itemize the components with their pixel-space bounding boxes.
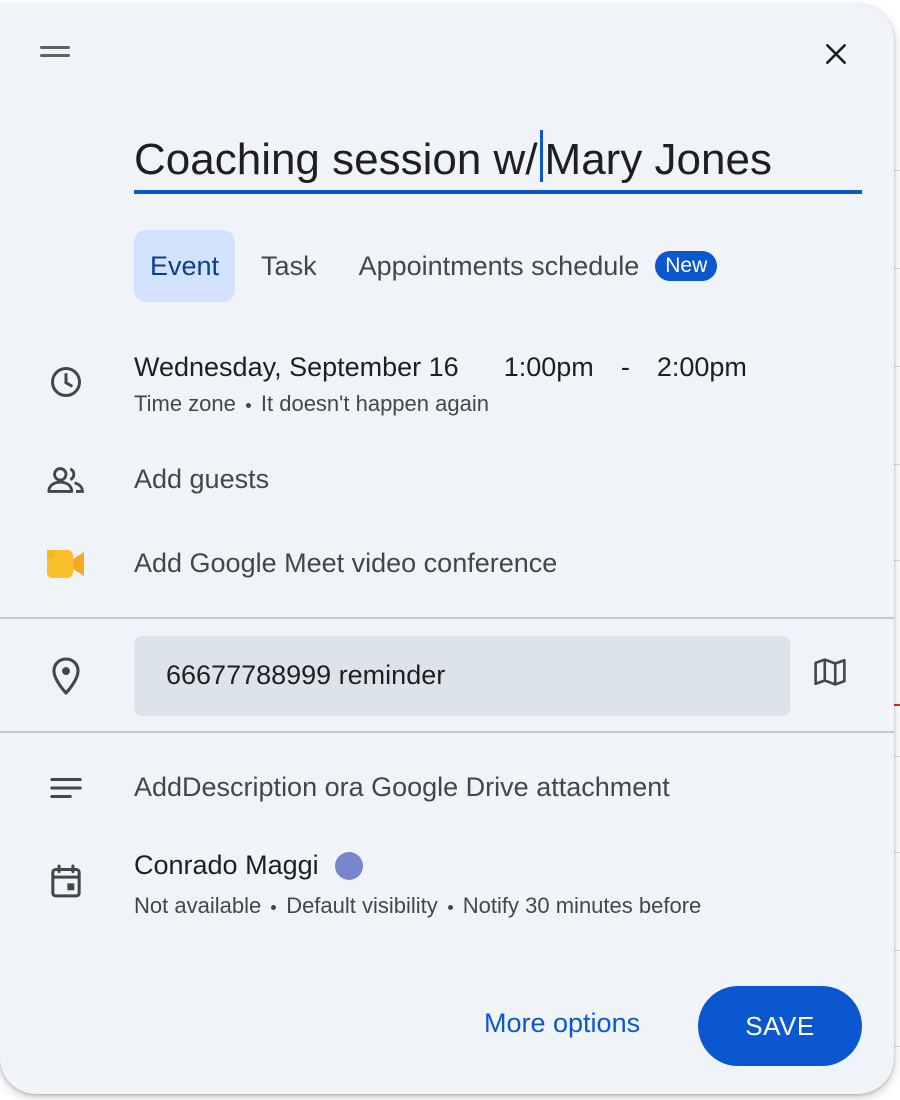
new-badge: New — [655, 251, 718, 281]
separator-dot — [447, 904, 453, 910]
add-meet-conference-button[interactable]: Add Google Meet video conference — [134, 548, 557, 579]
event-end-time[interactable]: 2:00pm — [657, 352, 747, 382]
section-divider — [0, 731, 894, 733]
calendar-owner: Conrado Maggi — [134, 850, 701, 881]
clock-icon — [46, 362, 86, 402]
event-title-text: Coaching session w/Mary Jones — [134, 126, 862, 194]
tab-task[interactable]: Task — [245, 230, 333, 302]
separator-dot — [271, 904, 277, 910]
save-button[interactable]: SAVE — [698, 986, 862, 1066]
datetime-sub: Time zone It doesn't happen again — [134, 391, 747, 417]
description-icon — [46, 768, 86, 808]
tab-appointments-schedule-label: Appointments schedule — [358, 251, 640, 281]
time-separator: - — [620, 352, 630, 382]
section-divider — [0, 617, 894, 619]
tab-event[interactable]: Event — [134, 230, 236, 302]
availability-text: Not available — [134, 893, 262, 918]
datetime-main: Wednesday, September 16 1:00pm - 2:00pm — [134, 352, 747, 383]
recurrence-link[interactable]: It doesn't happen again — [261, 391, 489, 416]
add-guests-button[interactable]: Add guests — [134, 464, 269, 495]
location-value: 66677788999 reminder — [166, 660, 446, 690]
calendar-owner-name: Conrado Maggi — [134, 850, 319, 880]
calendar-icon — [46, 862, 86, 902]
separator-dot — [245, 402, 251, 408]
close-icon — [826, 44, 846, 64]
title-underline — [134, 190, 862, 194]
map-icon[interactable] — [810, 652, 850, 692]
datetime-section: Wednesday, September 16 1:00pm - 2:00pm … — [134, 352, 747, 417]
timezone-link[interactable]: Time zone — [134, 391, 236, 416]
drag-handle-icon[interactable] — [40, 46, 72, 62]
event-date[interactable]: Wednesday, September 16 — [134, 352, 459, 382]
more-options-button[interactable]: More options — [484, 1008, 640, 1039]
quick-event-dialog: Coaching session w/Mary Jones Event Task… — [0, 4, 894, 1094]
text-caret — [539, 130, 543, 182]
close-button[interactable] — [816, 34, 856, 74]
event-type-tabs: Event Task Appointments schedule New — [134, 230, 743, 302]
calendar-settings-summary: Not available Default visibility Notify 30… — [134, 893, 701, 919]
tab-appointments-schedule[interactable]: Appointments schedule New — [343, 230, 734, 302]
location-input[interactable]: 66677788999 reminder — [134, 636, 790, 716]
visibility-text: Default visibility — [286, 893, 438, 918]
guests-icon — [46, 460, 86, 500]
location-pin-icon — [46, 656, 86, 696]
notification-text: Notify 30 minutes before — [462, 893, 702, 918]
calendar-color-dot — [334, 851, 363, 880]
add-description-button[interactable]: AddDescription ora Google Drive attachme… — [134, 772, 670, 803]
calendar-owner-section[interactable]: Conrado Maggi Not available Default visib… — [134, 850, 701, 919]
event-start-time[interactable]: 1:00pm — [504, 352, 594, 382]
google-meet-icon — [46, 544, 86, 584]
event-title-input[interactable]: Coaching session w/Mary Jones — [134, 126, 862, 196]
